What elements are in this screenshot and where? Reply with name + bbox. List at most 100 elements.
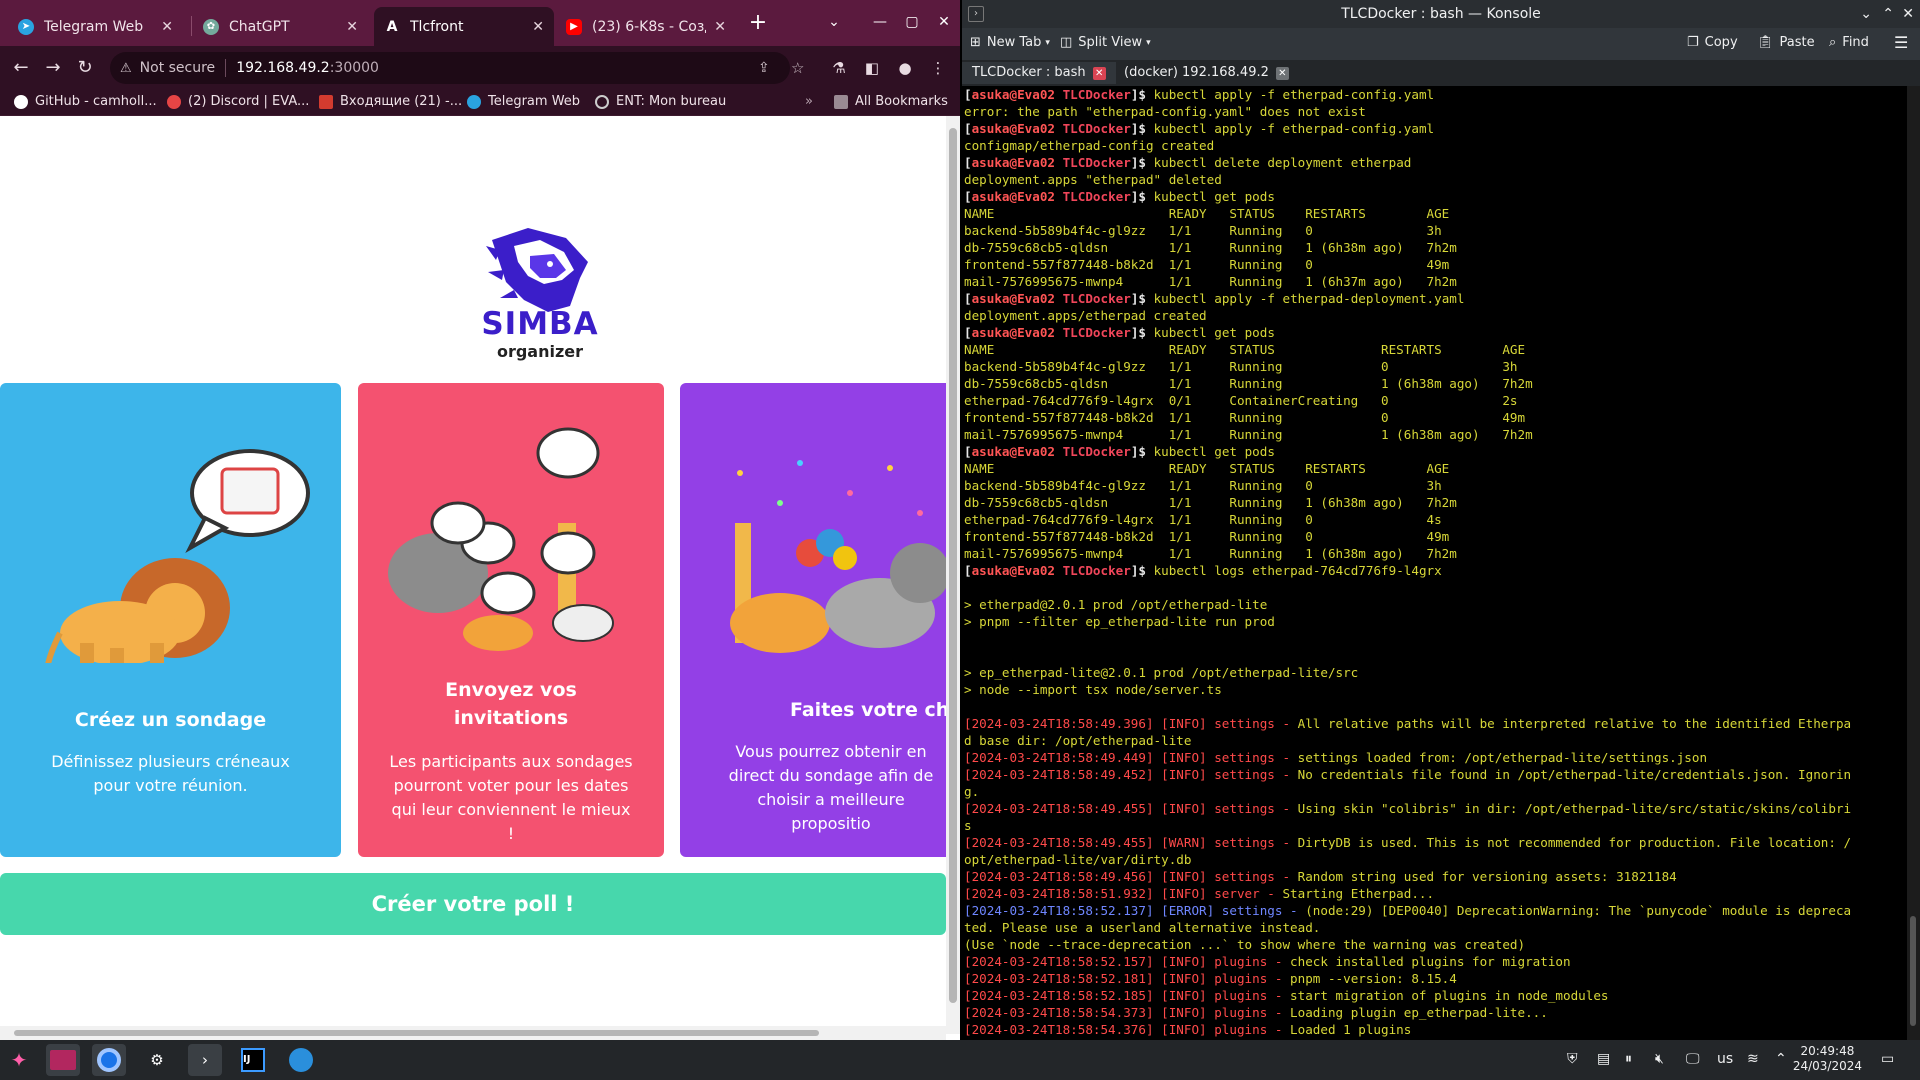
hamburger-menu-icon[interactable]: ☰ [1894,33,1908,52]
tab-search-icon[interactable]: ⌄ [822,10,846,34]
all-bookmarks-label: All Bookmarks [855,94,948,109]
file-manager-icon[interactable] [46,1044,80,1076]
chevron-up-icon[interactable]: ⌃ [1882,0,1894,28]
terminal-scrollbar[interactable] [1907,86,1920,1040]
log-header: [2024-03-24T18:58:54.373] [INFO] plugins… [964,1005,1291,1020]
pause-icon[interactable]: ⏸ [1625,1051,1632,1067]
keyboard-layout[interactable]: us [1717,1051,1733,1067]
prompt-bracket: [ [964,325,972,340]
back-icon[interactable]: ← [9,56,33,80]
tab-chatgpt[interactable]: ✿ ChatGPT ✕ [193,7,368,46]
prompt-symbol: ]$ [1130,325,1154,340]
close-tab-icon[interactable]: ✕ [1092,66,1106,80]
clock-time: 20:49:48 [1800,1044,1855,1058]
tab-youtube[interactable]: ▶ (23) 6-K8s - Создан ✕ [556,7,736,46]
new-tab-icon: ⊞ [970,35,981,50]
tab-telegram[interactable]: ➤ Telegram Web ✕ [8,7,183,46]
copy-button[interactable]: ❐ Copy [1687,35,1738,50]
url-host[interactable]: 192.168.49.2 [236,60,330,76]
star-icon[interactable]: ☆ [791,59,804,77]
konsole-title: › TLCDocker : bash — Konsole ⌄ ⌃ ✕ [962,0,1920,28]
chevron-down-icon[interactable]: ⌄ [1860,0,1872,28]
konsole-tab-bash[interactable]: TLCDocker : bash ✕ [962,62,1116,84]
page-horizontal-scrollbar[interactable] [0,1026,946,1040]
terminal-output-line: opt/etherpad-lite/var/dirty.db [964,852,1192,867]
angular-icon: A [386,18,398,35]
find-button[interactable]: ⌕ Find [1829,35,1869,50]
all-bookmarks[interactable]: All Bookmarks [834,94,948,109]
paste-button[interactable]: 📋︎ Paste [1757,35,1815,50]
bookmark-label: Telegram Web [488,94,581,109]
close-icon[interactable]: ✕ [161,19,173,35]
address-bar[interactable]: ⚠ Not secure 192.168.49.2:30000 ⇪ ☆ [110,52,804,84]
url-port[interactable]: :30000 [330,60,379,76]
page-vertical-scrollbar[interactable] [946,116,960,1034]
security-label[interactable]: Not secure [140,60,216,76]
network-icon[interactable]: 🖵︎ [1686,1051,1700,1067]
gmail-icon [319,94,333,109]
command-text: kubectl get pods [1153,444,1275,459]
app-launcher-icon[interactable]: ✦ [2,1044,36,1076]
terminal-output-line: [2024-03-24T18:58:54.376] [INFO] plugins… [964,1021,1904,1038]
create-poll-button[interactable]: Créer votre poll ! [0,873,946,935]
menu-icon[interactable]: ⋮ [926,56,950,80]
bookmark-github[interactable]: GitHub - camholl... [14,94,157,109]
volume-muted-icon[interactable]: 🔇︎ [1655,1051,1664,1067]
close-tab-icon[interactable]: ✕ [1275,66,1289,80]
terminal-icon[interactable]: › [188,1044,222,1076]
share-icon[interactable]: ⇪ [758,60,770,76]
minimize-icon[interactable]: — [868,10,892,34]
tray-expand-icon[interactable]: ⌃ [1775,1051,1787,1067]
ent-icon [595,94,609,109]
close-window-icon[interactable]: ✕ [1902,0,1914,28]
bookmark-gmail[interactable]: Входящие (21) -... [319,94,462,109]
chromium-icon[interactable] [92,1044,126,1076]
show-desktop-icon[interactable]: ▭ [1881,1051,1894,1067]
log-header: [2024-03-24T18:58:52.137] [ERROR] settin… [964,903,1306,918]
new-tab-button[interactable]: + [745,10,771,36]
card-text: Vous pourrez obtenir en direct du sondag… [728,742,934,833]
prompt-bracket: [ [964,189,972,204]
log-message: Starting Etherpad... [1282,886,1435,901]
prompt-user: asuka@Eva02 [971,563,1055,578]
terminal-output[interactable]: [asuka@Eva02 TLCDocker]$ kubectl apply -… [964,86,1904,1040]
konsole-tab-docker[interactable]: (docker) 192.168.49.2 ✕ [1114,62,1299,84]
command-text: kubectl delete deployment etherpad [1153,155,1412,170]
system-settings-icon[interactable]: ⚙ [140,1044,174,1076]
intellij-icon[interactable]: IJ [236,1044,270,1076]
card-text: Les participants aux sondages pourront v… [389,752,633,843]
tab-tlcfront[interactable]: A Tlcfront ✕ [374,7,554,46]
terminal-output-line: backend-5b589b4f4c-gl9zz 1/1 Running 0 3… [964,223,1442,238]
side-panel-icon[interactable]: ◧ [860,56,884,80]
close-window-icon[interactable]: ✕ [932,10,956,34]
clock[interactable]: 20:49:48 24/03/2024 [1793,1044,1862,1074]
log-message: No credentials file found in /opt/etherp… [1297,767,1852,782]
warning-icon[interactable]: ⚠ [120,61,132,76]
forward-icon[interactable]: → [41,56,65,80]
labs-icon[interactable]: ⚗ [827,56,851,80]
clipboard-icon[interactable]: ▤ [1597,1051,1610,1067]
close-icon[interactable]: ✕ [346,19,358,35]
bookmark-telegram[interactable]: Telegram Web [467,94,580,109]
virtualbox-icon[interactable] [284,1044,318,1076]
terminal-output-line: [2024-03-24T18:58:49.396] [INFO] setting… [964,715,1904,732]
close-icon[interactable]: ✕ [532,19,544,35]
simba-logo: SIMBA organizer [470,220,610,361]
discord-icon [167,94,181,109]
terminal-output-line: mail-7576995675-mwnp4 1/1 Running 1 (6h3… [964,546,1457,561]
profile-icon[interactable]: ● [893,56,917,80]
reload-icon[interactable]: ↻ [73,56,97,80]
bookmark-discord[interactable]: (2) Discord | EVA... [167,94,309,109]
new-tab-button[interactable]: ⊞ New Tab ▾ [970,35,1050,50]
wifi-icon[interactable]: ≋ [1747,1051,1759,1067]
close-icon[interactable]: ✕ [714,19,726,35]
terminal-command-line: [asuka@Eva02 TLCDocker]$ kubectl get pod… [964,188,1904,205]
shield-icon[interactable]: ⛨ [1567,1051,1578,1067]
bookmarks-overflow[interactable]: » [805,94,813,109]
terminal-command-line: [asuka@Eva02 TLCDocker]$ kubectl delete … [964,154,1904,171]
bookmark-ent[interactable]: ENT: Mon bureau [595,94,726,109]
split-view-button[interactable]: ◫ Split View ▾ [1060,35,1151,50]
maximize-icon[interactable]: ▢ [900,10,924,34]
